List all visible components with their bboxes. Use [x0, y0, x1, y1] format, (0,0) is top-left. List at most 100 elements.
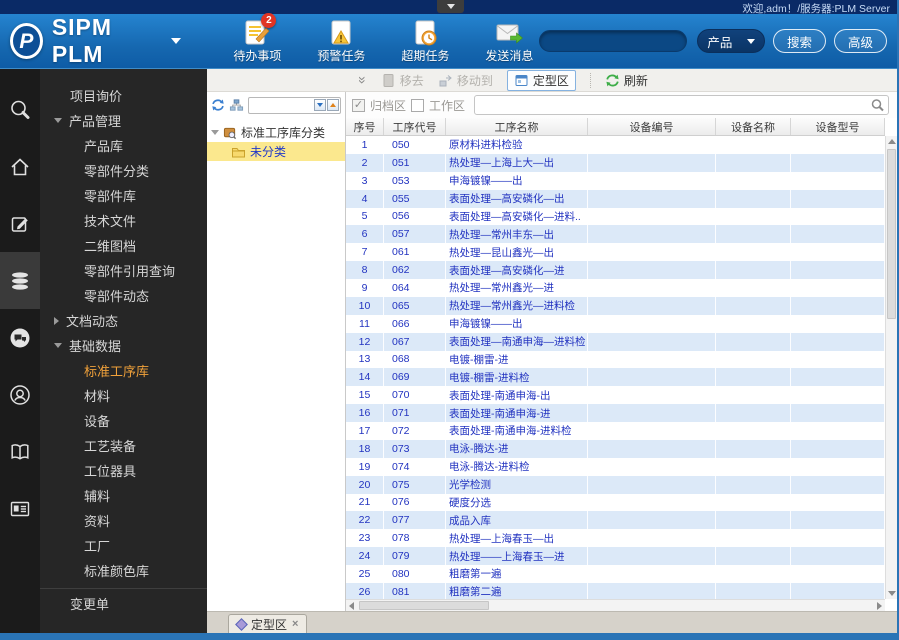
- table-row[interactable]: 14 069 电镀-棚雷-进料检: [346, 368, 885, 387]
- tree-refresh-button[interactable]: [211, 98, 225, 112]
- rail-database-button[interactable]: [0, 252, 40, 309]
- table-row[interactable]: 11 066 申海镀镍——出: [346, 314, 885, 333]
- table-row[interactable]: 13 068 电镀-棚雷-进: [346, 350, 885, 369]
- table-row[interactable]: 15 070 表面处理-南通申海-出: [346, 386, 885, 405]
- vertical-scrollbar[interactable]: [885, 136, 897, 599]
- tree-root-node[interactable]: 标准工序库分类: [207, 123, 345, 142]
- sidebar-item-label: 技术文件: [84, 214, 137, 229]
- refresh-button[interactable]: 刷新: [605, 72, 648, 89]
- sidebar-item-4[interactable]: 零部件库: [40, 183, 207, 208]
- clock-document-icon: [410, 19, 440, 47]
- cell-1: 056: [384, 207, 446, 226]
- fixed-zone-button[interactable]: 定型区: [506, 69, 576, 91]
- rail-chat-button[interactable]: [0, 309, 40, 366]
- tree-search-input[interactable]: [248, 96, 341, 114]
- table-row[interactable]: 1 050 原材料进料检验: [346, 136, 885, 154]
- global-search-input[interactable]: [539, 30, 688, 52]
- column-header-4[interactable]: 设备名称: [716, 118, 791, 135]
- sidebar-item-12[interactable]: 材料: [40, 383, 207, 408]
- search-category-select[interactable]: 产品: [697, 29, 765, 53]
- rail-support-button[interactable]: [0, 366, 40, 423]
- brand-menu[interactable]: P SIPM PLM: [10, 14, 182, 68]
- sidebar-item-7[interactable]: 零部件引用查询: [40, 258, 207, 283]
- scroll-left-icon[interactable]: [349, 602, 354, 610]
- send-message-button[interactable]: 发送消息: [479, 19, 539, 64]
- table-row[interactable]: 24 079 热处理——上海春玉—进: [346, 547, 885, 565]
- close-icon[interactable]: ×: [292, 618, 298, 630]
- cell-5: [791, 547, 885, 565]
- table-row[interactable]: 7 061 热处理—昆山鑫光—出: [346, 243, 885, 262]
- sidebar-item-17[interactable]: 资料: [40, 508, 207, 533]
- search-prev-button[interactable]: [327, 99, 339, 111]
- rail-edit-button[interactable]: [0, 195, 40, 252]
- cell-4: [716, 511, 791, 530]
- table-row[interactable]: 26 081 粗磨第二遍: [346, 582, 885, 599]
- sidebar-item-14[interactable]: 工艺装备: [40, 433, 207, 458]
- scrollbar-thumb[interactable]: [887, 149, 896, 319]
- table-row[interactable]: 25 080 粗磨第一遍: [346, 565, 885, 583]
- rail-home-button[interactable]: [0, 138, 40, 195]
- work-zone-checkbox[interactable]: [411, 98, 425, 112]
- header-collapse-tab[interactable]: [437, 0, 464, 13]
- column-header-0[interactable]: 序号: [346, 118, 384, 135]
- table-row[interactable]: 17 072 表面处理-南通申海-进料检: [346, 422, 885, 440]
- sidebar-item-10[interactable]: 基础数据: [40, 333, 207, 358]
- table-search-input[interactable]: [474, 95, 889, 115]
- sidebar-item-11[interactable]: 标准工序库: [40, 358, 207, 383]
- scroll-right-icon[interactable]: [877, 602, 882, 610]
- advanced-search-button[interactable]: 高级: [833, 29, 887, 53]
- rail-book-button[interactable]: [0, 423, 40, 480]
- table-row[interactable]: 8 062 表面处理—高安磷化—进: [346, 261, 885, 279]
- sidebar-item-0[interactable]: 项目询价: [40, 83, 207, 108]
- tree-hierarchy-button[interactable]: [229, 98, 244, 113]
- collapse-toolbar-button[interactable]: »: [355, 76, 371, 84]
- scroll-down-icon[interactable]: [888, 591, 896, 596]
- sidebar-item-5[interactable]: 技术文件: [40, 208, 207, 233]
- sidebar-item-18[interactable]: 工厂: [40, 533, 207, 558]
- cell-1: 062: [384, 261, 446, 279]
- scrollbar-thumb[interactable]: [359, 601, 489, 610]
- sidebar-item-9[interactable]: 文档动态: [40, 308, 207, 333]
- table-row[interactable]: 16 071 表面处理-南通申海-进: [346, 404, 885, 422]
- horizontal-scrollbar[interactable]: [346, 599, 885, 611]
- table-row[interactable]: 18 073 电泳-腾达-进: [346, 439, 885, 458]
- sidebar-item-16[interactable]: 辅料: [40, 483, 207, 508]
- todo-button[interactable]: 2 待办事项: [227, 12, 287, 64]
- table-row[interactable]: 6 057 热处理—常州丰东—出: [346, 225, 885, 244]
- table-row[interactable]: 5 056 表面处理—高安磷化—进料..: [346, 207, 885, 226]
- tab-fixed-zone[interactable]: 定型区 ×: [228, 614, 308, 633]
- rail-sipm-search-button[interactable]: [0, 81, 40, 138]
- warning-tasks-button[interactable]: 预警任务: [311, 19, 371, 64]
- sidebar-item-3[interactable]: 零部件分类: [40, 158, 207, 183]
- table-row[interactable]: 3 053 申海镀镍——出: [346, 171, 885, 190]
- sidebar-item-1[interactable]: 产品管理: [40, 108, 207, 133]
- sidebar-item-2[interactable]: 产品库: [40, 133, 207, 158]
- tree-node-unclassified[interactable]: 未分类: [207, 142, 345, 161]
- table-row[interactable]: 10 065 热处理—常州鑫光—进料检: [346, 296, 885, 315]
- table-row[interactable]: 12 067 表面处理—南通申海—进料检: [346, 332, 885, 351]
- cell-0: 8: [346, 261, 384, 279]
- table-row[interactable]: 21 076 硬度分选: [346, 493, 885, 512]
- sidebar-item-6[interactable]: 二维图档: [40, 233, 207, 258]
- table-row[interactable]: 22 077 成品入库: [346, 511, 885, 530]
- sidebar-item-19[interactable]: 标准颜色库: [40, 558, 207, 583]
- search-button[interactable]: 搜索: [772, 29, 826, 53]
- table-row[interactable]: 19 074 电泳-腾达-进料检: [346, 457, 885, 476]
- table-row[interactable]: 2 051 热处理—上海上大—出: [346, 153, 885, 172]
- overdue-tasks-button[interactable]: 超期任务: [395, 19, 455, 64]
- search-next-button[interactable]: [314, 99, 326, 111]
- sidebar-item-15[interactable]: 工位器具: [40, 458, 207, 483]
- scroll-up-icon[interactable]: [888, 139, 896, 144]
- column-header-5[interactable]: 设备型号: [791, 118, 885, 135]
- sidebar-item-13[interactable]: 设备: [40, 408, 207, 433]
- sidebar-item-8[interactable]: 零部件动态: [40, 283, 207, 308]
- rail-id-card-button[interactable]: [0, 480, 40, 537]
- column-header-1[interactable]: 工序代号: [384, 118, 446, 135]
- table-row[interactable]: 4 055 表面处理—高安磷化—出: [346, 189, 885, 208]
- column-header-3[interactable]: 设备编号: [588, 118, 716, 135]
- table-row[interactable]: 20 075 光学检测: [346, 475, 885, 494]
- table-row[interactable]: 9 064 热处理—常州鑫光—进: [346, 279, 885, 297]
- column-header-2[interactable]: 工序名称: [446, 118, 588, 135]
- table-row[interactable]: 23 078 热处理—上海春玉—出: [346, 529, 885, 548]
- sidebar-item-20[interactable]: 变更单: [40, 588, 207, 618]
